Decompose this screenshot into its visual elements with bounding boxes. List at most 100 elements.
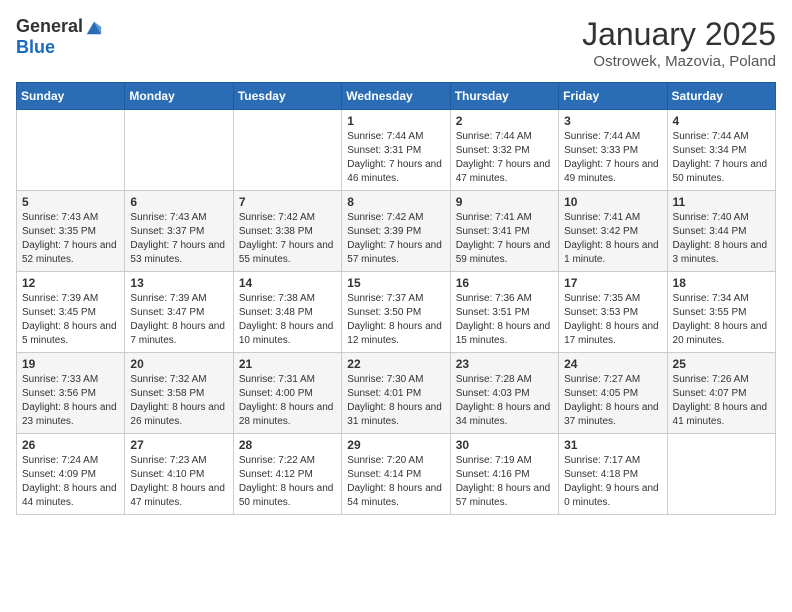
logo-icon bbox=[85, 18, 103, 36]
week-row-4: 19 Sunrise: 7:33 AMSunset: 3:56 PMDayligh… bbox=[17, 353, 776, 434]
week-row-2: 5Sunrise: 7:43 AMSunset: 3:35 PMDaylight… bbox=[17, 191, 776, 272]
logo-blue: Blue bbox=[16, 37, 55, 58]
calendar-cell: 27 Sunrise: 7:23 AMSunset: 4:10 PMDayligh… bbox=[125, 434, 233, 515]
day-info: Sunrise: 7:40 AMSunset: 3:44 PMDaylight:… bbox=[673, 211, 770, 267]
day-number: 9 bbox=[456, 195, 553, 209]
day-info: Sunrise: 7:37 AMSunset: 3:50 PMDaylight:… bbox=[347, 292, 444, 348]
day-number: 25 bbox=[673, 357, 770, 371]
day-info: Sunrise: 7:41 AMSunset: 3:41 PMDaylight:… bbox=[456, 211, 553, 267]
calendar-cell: 26Sunrise: 7:24 AMSunset: 4:09 PMDayligh… bbox=[17, 434, 125, 515]
calendar-cell: 12 Sunrise: 7:39 AMSunset: 3:45 PMDayligh… bbox=[17, 272, 125, 353]
day-info: Sunrise: 7:22 AMSunset: 4:12 PMDaylight:… bbox=[239, 454, 336, 510]
calendar-cell: 25 Sunrise: 7:26 AMSunset: 4:07 PMDayligh… bbox=[667, 353, 775, 434]
day-number: 5 bbox=[22, 195, 119, 209]
day-number: 30 bbox=[456, 438, 553, 452]
day-number: 21 bbox=[239, 357, 336, 371]
day-info: Sunrise: 7:35 AMSunset: 3:53 PMDaylight:… bbox=[564, 292, 661, 348]
calendar-cell: 9 Sunrise: 7:41 AMSunset: 3:41 PMDaylight… bbox=[450, 191, 558, 272]
calendar-cell bbox=[233, 110, 341, 191]
day-number: 20 bbox=[130, 357, 227, 371]
weekday-header-tuesday: Tuesday bbox=[233, 83, 341, 110]
calendar-cell: 15Sunrise: 7:37 AMSunset: 3:50 PMDayligh… bbox=[342, 272, 450, 353]
day-number: 3 bbox=[564, 114, 661, 128]
day-info: Sunrise: 7:42 AMSunset: 3:39 PMDaylight:… bbox=[347, 211, 444, 267]
day-info: Sunrise: 7:30 AMSunset: 4:01 PMDaylight:… bbox=[347, 373, 444, 429]
logo-general: General bbox=[16, 16, 83, 37]
day-info: Sunrise: 7:28 AMSunset: 4:03 PMDaylight:… bbox=[456, 373, 553, 429]
day-number: 12 bbox=[22, 276, 119, 290]
day-number: 2 bbox=[456, 114, 553, 128]
calendar-cell: 3 Sunrise: 7:44 AMSunset: 3:33 PMDaylight… bbox=[559, 110, 667, 191]
day-info: Sunrise: 7:31 AMSunset: 4:00 PMDaylight:… bbox=[239, 373, 336, 429]
day-info: Sunrise: 7:26 AMSunset: 4:07 PMDaylight:… bbox=[673, 373, 770, 429]
calendar-cell: 24Sunrise: 7:27 AMSunset: 4:05 PMDayligh… bbox=[559, 353, 667, 434]
day-info: Sunrise: 7:38 AMSunset: 3:48 PMDaylight:… bbox=[239, 292, 336, 348]
calendar-cell: 7Sunrise: 7:42 AMSunset: 3:38 PMDaylight… bbox=[233, 191, 341, 272]
calendar-cell: 20 Sunrise: 7:32 AMSunset: 3:58 PMDayligh… bbox=[125, 353, 233, 434]
day-number: 29 bbox=[347, 438, 444, 452]
calendar-cell: 2 Sunrise: 7:44 AMSunset: 3:32 PMDaylight… bbox=[450, 110, 558, 191]
calendar-cell: 4Sunrise: 7:44 AMSunset: 3:34 PMDaylight… bbox=[667, 110, 775, 191]
day-info: Sunrise: 7:36 AMSunset: 3:51 PMDaylight:… bbox=[456, 292, 553, 348]
day-info: Sunrise: 7:32 AMSunset: 3:58 PMDaylight:… bbox=[130, 373, 227, 429]
calendar-cell: 31Sunrise: 7:17 AMSunset: 4:18 PMDayligh… bbox=[559, 434, 667, 515]
day-number: 24 bbox=[564, 357, 661, 371]
day-info: Sunrise: 7:39 AMSunset: 3:45 PMDaylight:… bbox=[22, 292, 119, 348]
day-number: 16 bbox=[456, 276, 553, 290]
calendar-cell: 6 Sunrise: 7:43 AMSunset: 3:37 PMDaylight… bbox=[125, 191, 233, 272]
day-info: Sunrise: 7:20 AMSunset: 4:14 PMDaylight:… bbox=[347, 454, 444, 510]
calendar-cell: 1Sunrise: 7:44 AMSunset: 3:31 PMDaylight… bbox=[342, 110, 450, 191]
day-number: 17 bbox=[564, 276, 661, 290]
weekday-header-thursday: Thursday bbox=[450, 83, 558, 110]
day-number: 26 bbox=[22, 438, 119, 452]
calendar-cell: 18 Sunrise: 7:34 AMSunset: 3:55 PMDayligh… bbox=[667, 272, 775, 353]
calendar-cell: 23 Sunrise: 7:28 AMSunset: 4:03 PMDayligh… bbox=[450, 353, 558, 434]
day-number: 19 bbox=[22, 357, 119, 371]
location-title: Ostrowek, Mazovia, Poland bbox=[582, 53, 776, 70]
day-number: 22 bbox=[347, 357, 444, 371]
day-info: Sunrise: 7:23 AMSunset: 4:10 PMDaylight:… bbox=[130, 454, 227, 510]
week-row-3: 12 Sunrise: 7:39 AMSunset: 3:45 PMDayligh… bbox=[17, 272, 776, 353]
calendar-cell: 10Sunrise: 7:41 AMSunset: 3:42 PMDayligh… bbox=[559, 191, 667, 272]
weekday-header-monday: Monday bbox=[125, 83, 233, 110]
calendar-cell: 19 Sunrise: 7:33 AMSunset: 3:56 PMDayligh… bbox=[17, 353, 125, 434]
day-number: 28 bbox=[239, 438, 336, 452]
day-info: Sunrise: 7:44 AMSunset: 3:33 PMDaylight:… bbox=[564, 130, 661, 186]
calendar-cell: 5Sunrise: 7:43 AMSunset: 3:35 PMDaylight… bbox=[17, 191, 125, 272]
calendar-body: 1Sunrise: 7:44 AMSunset: 3:31 PMDaylight… bbox=[17, 110, 776, 515]
day-number: 8 bbox=[347, 195, 444, 209]
day-number: 1 bbox=[347, 114, 444, 128]
day-info: Sunrise: 7:19 AMSunset: 4:16 PMDaylight:… bbox=[456, 454, 553, 510]
calendar-cell bbox=[667, 434, 775, 515]
day-info: Sunrise: 7:41 AMSunset: 3:42 PMDaylight:… bbox=[564, 211, 661, 267]
day-number: 31 bbox=[564, 438, 661, 452]
calendar-cell bbox=[125, 110, 233, 191]
calendar-table: SundayMondayTuesdayWednesdayThursdayFrid… bbox=[16, 82, 776, 515]
calendar-cell: 22 Sunrise: 7:30 AMSunset: 4:01 PMDayligh… bbox=[342, 353, 450, 434]
day-number: 11 bbox=[673, 195, 770, 209]
day-info: Sunrise: 7:34 AMSunset: 3:55 PMDaylight:… bbox=[673, 292, 770, 348]
calendar-cell: 28 Sunrise: 7:22 AMSunset: 4:12 PMDayligh… bbox=[233, 434, 341, 515]
day-info: Sunrise: 7:43 AMSunset: 3:37 PMDaylight:… bbox=[130, 211, 227, 267]
calendar-cell: 16 Sunrise: 7:36 AMSunset: 3:51 PMDayligh… bbox=[450, 272, 558, 353]
weekday-header-friday: Friday bbox=[559, 83, 667, 110]
day-number: 27 bbox=[130, 438, 227, 452]
day-info: Sunrise: 7:44 AMSunset: 3:32 PMDaylight:… bbox=[456, 130, 553, 186]
calendar-cell: 17 Sunrise: 7:35 AMSunset: 3:53 PMDayligh… bbox=[559, 272, 667, 353]
calendar-cell: 8 Sunrise: 7:42 AMSunset: 3:39 PMDaylight… bbox=[342, 191, 450, 272]
day-number: 6 bbox=[130, 195, 227, 209]
calendar-cell: 11 Sunrise: 7:40 AMSunset: 3:44 PMDayligh… bbox=[667, 191, 775, 272]
calendar-cell: 13Sunrise: 7:39 AMSunset: 3:47 PMDayligh… bbox=[125, 272, 233, 353]
weekday-header-wednesday: Wednesday bbox=[342, 83, 450, 110]
page-header: General Blue January 2025 Ostrowek, Mazo… bbox=[16, 16, 776, 70]
day-number: 23 bbox=[456, 357, 553, 371]
day-number: 18 bbox=[673, 276, 770, 290]
logo: General Blue bbox=[16, 16, 103, 58]
day-info: Sunrise: 7:42 AMSunset: 3:38 PMDaylight:… bbox=[239, 211, 336, 267]
day-info: Sunrise: 7:33 AMSunset: 3:56 PMDaylight:… bbox=[22, 373, 119, 429]
calendar-cell: 21 Sunrise: 7:31 AMSunset: 4:00 PMDayligh… bbox=[233, 353, 341, 434]
calendar-cell: 14 Sunrise: 7:38 AMSunset: 3:48 PMDayligh… bbox=[233, 272, 341, 353]
day-info: Sunrise: 7:44 AMSunset: 3:34 PMDaylight:… bbox=[673, 130, 770, 186]
calendar-cell: 29 Sunrise: 7:20 AMSunset: 4:14 PMDayligh… bbox=[342, 434, 450, 515]
day-number: 14 bbox=[239, 276, 336, 290]
